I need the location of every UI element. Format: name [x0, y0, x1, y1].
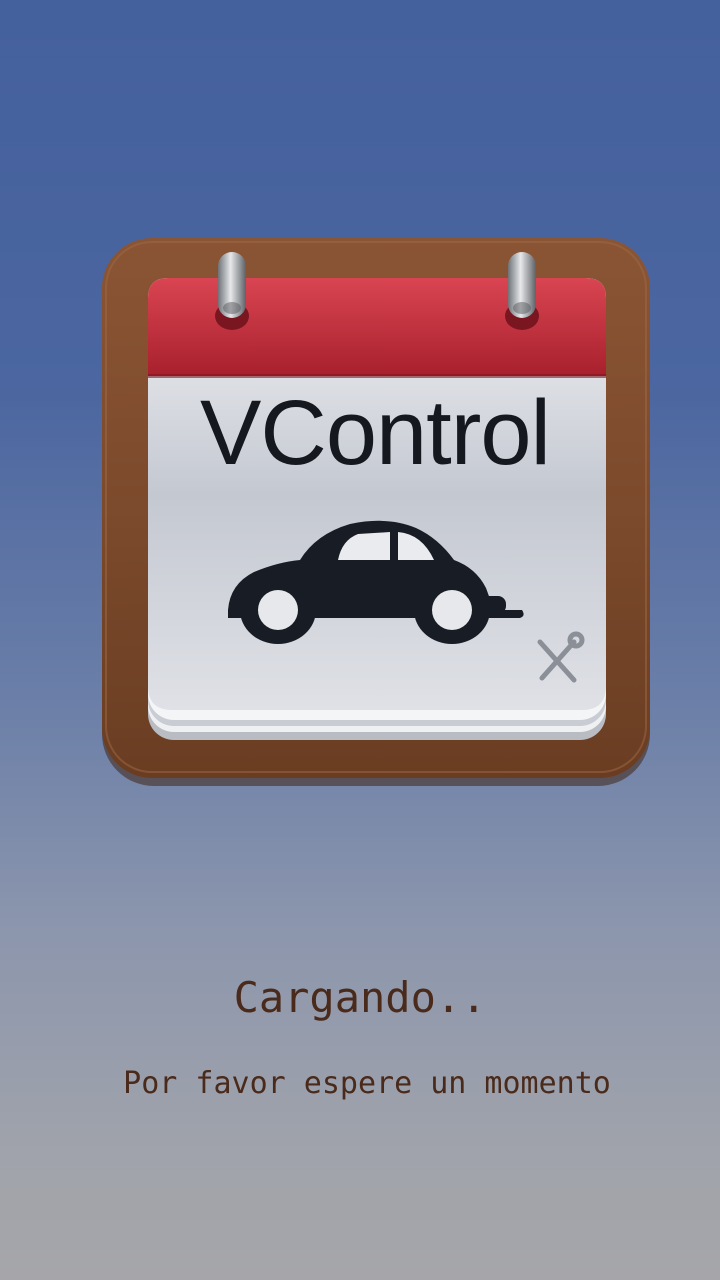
app-name: VControl	[200, 382, 551, 484]
loading-title: Cargando..	[233, 973, 487, 1022]
app-icon	[102, 238, 650, 786]
calendar-page	[148, 278, 606, 710]
calendar-header	[148, 278, 606, 376]
loading-subtitle: Por favor espere un momento	[123, 1066, 611, 1101]
